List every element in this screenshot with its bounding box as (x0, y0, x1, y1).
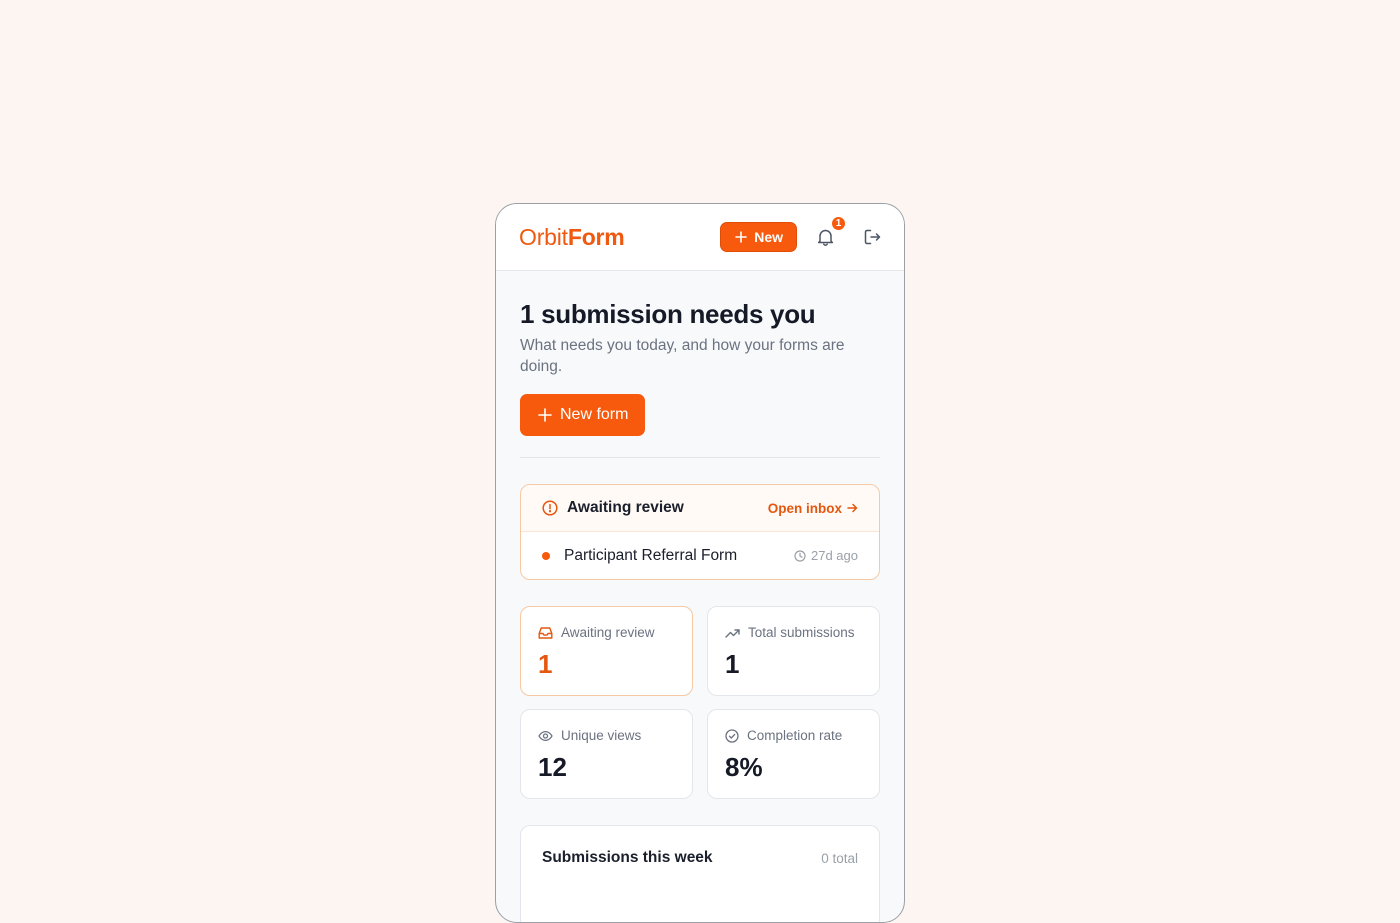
stat-unique-views[interactable]: Unique views 12 (520, 709, 693, 799)
new-button-label: New (754, 229, 783, 245)
awaiting-review-card: Awaiting review Open inbox Participant R… (520, 484, 880, 580)
stat-label: Completion rate (747, 728, 843, 743)
clock-icon (794, 549, 806, 562)
bell-icon (817, 229, 833, 246)
review-item-time: 27d ago (794, 548, 858, 563)
open-inbox-link[interactable]: Open inbox (768, 501, 858, 516)
submissions-week-title: Submissions this week (542, 849, 713, 866)
app-window: OrbitForm New 1 1 submission needs you W… (495, 203, 905, 923)
logout-icon (864, 229, 880, 245)
top-bar: OrbitForm New 1 (496, 204, 904, 271)
review-item[interactable]: Participant Referral Form 27d ago (521, 532, 879, 579)
alert-circle-icon (542, 500, 558, 516)
submissions-week-total: 0 total (821, 851, 858, 866)
review-item-time-text: 27d ago (811, 548, 858, 563)
stat-label: Unique views (561, 728, 642, 743)
logo-bold: Form (567, 223, 625, 250)
stat-value: 8% (725, 752, 763, 782)
logo[interactable]: OrbitForm (519, 224, 625, 251)
stat-completion-rate[interactable]: Completion rate 8% (707, 709, 880, 799)
submissions-week-card: Submissions this week 0 total (520, 825, 880, 922)
stat-total-submissions[interactable]: Total submissions 1 (707, 606, 880, 696)
awaiting-review-header: Awaiting review Open inbox (521, 485, 879, 532)
notifications-button[interactable]: 1 (815, 215, 847, 247)
open-inbox-label: Open inbox (767, 500, 842, 516)
arrow-right-icon (847, 503, 858, 513)
new-form-label: New form (560, 406, 629, 423)
divider (520, 457, 880, 458)
plus-icon (538, 408, 552, 422)
plus-icon (735, 231, 748, 243)
stats-grid: Awaiting review 1 Total submissions 1 Un… (520, 606, 880, 799)
stat-value: 1 (725, 649, 740, 679)
review-item-name: Participant Referral Form (564, 546, 738, 564)
awaiting-review-title: Awaiting review (567, 499, 684, 516)
stat-value: 12 (538, 752, 567, 782)
stat-label: Total submissions (748, 625, 855, 640)
new-button[interactable]: New (720, 222, 797, 252)
logout-button[interactable] (862, 227, 882, 247)
check-circle-icon (725, 728, 739, 743)
stat-awaiting-review[interactable]: Awaiting review 1 (520, 606, 693, 696)
new-form-button[interactable]: New form (520, 394, 646, 436)
page-title: 1 submission needs you (520, 299, 816, 329)
unread-dot (542, 551, 550, 560)
logo-light: Orbit (519, 223, 568, 250)
stat-value: 1 (538, 649, 553, 679)
trending-up-icon (725, 628, 740, 638)
main-content: 1 submission needs you What needs you to… (496, 271, 904, 922)
inbox-icon (538, 626, 553, 639)
notification-badge: 1 (830, 215, 847, 232)
stat-label: Awaiting review (561, 625, 655, 640)
eye-icon (538, 730, 553, 741)
page-subtitle: What needs you today, and how your forms… (520, 337, 845, 375)
